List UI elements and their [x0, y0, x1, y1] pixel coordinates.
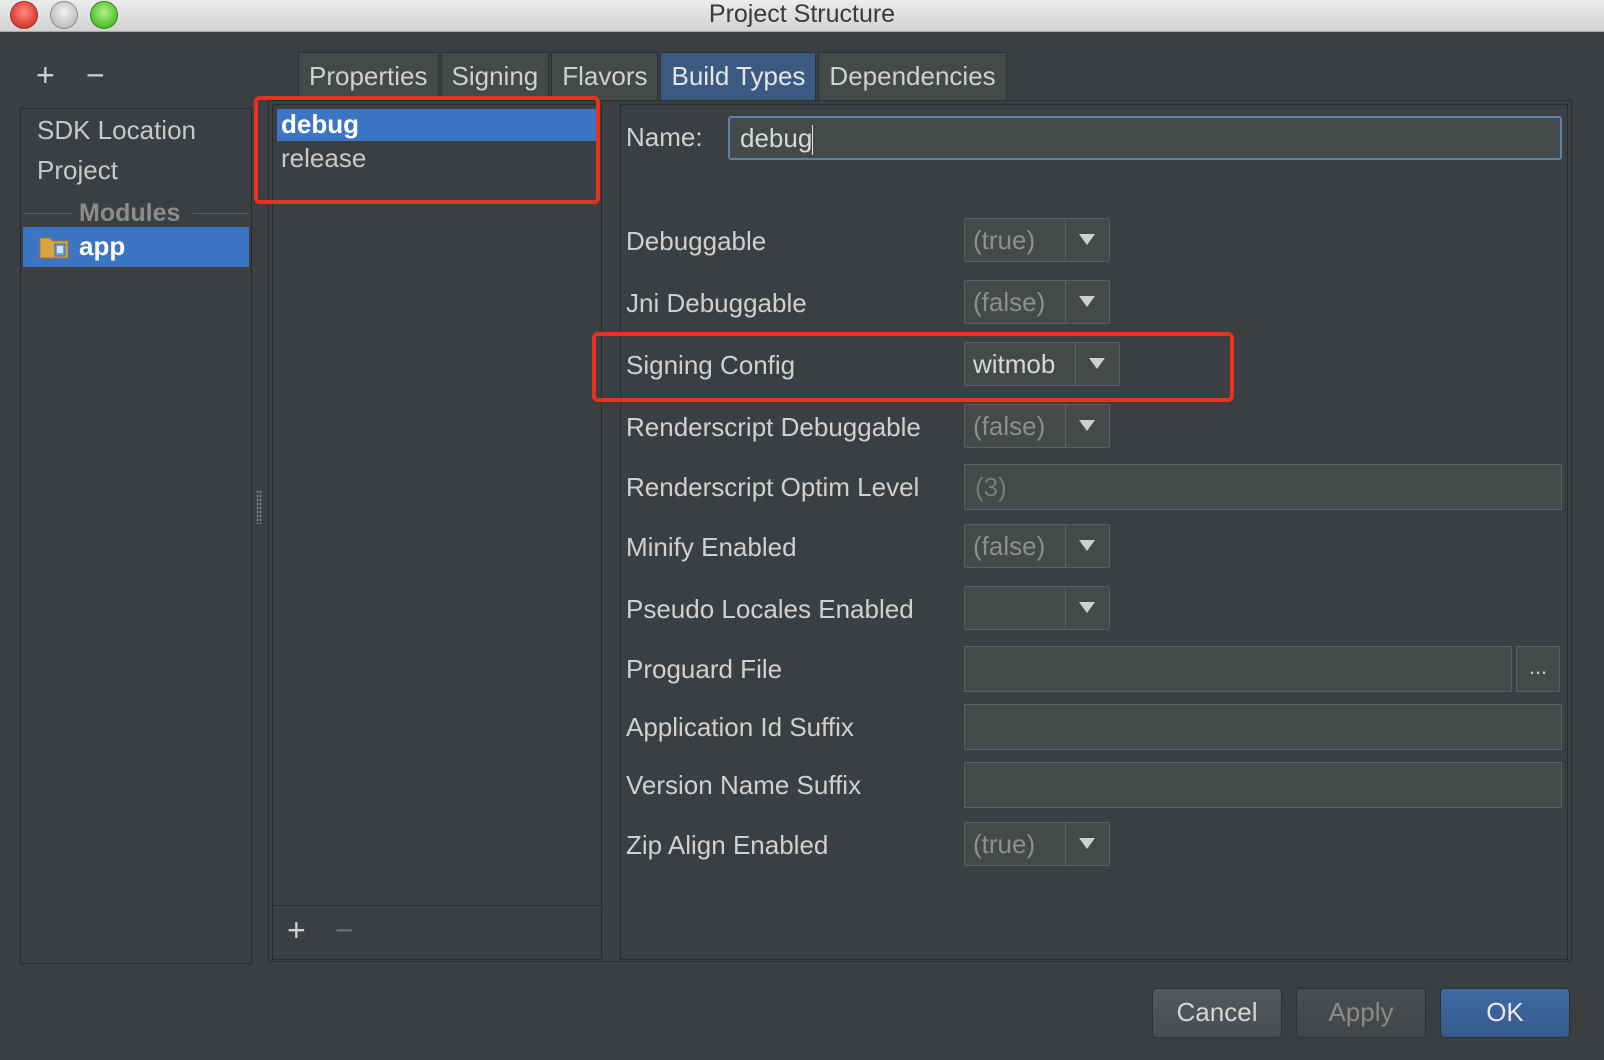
remove-module-button[interactable]: − — [86, 59, 105, 91]
dropdown-value: (true) — [973, 829, 1036, 859]
jni-debuggable-label: Jni Debuggable — [626, 288, 807, 318]
chevron-down-icon — [1079, 420, 1095, 431]
sidebar-item-label: app — [79, 231, 126, 261]
application-id-suffix-input[interactable] — [964, 704, 1562, 750]
sidebar-item-sdk-location[interactable]: SDK Location — [37, 115, 196, 146]
minify-enabled-dropdown[interactable]: (false) — [964, 524, 1110, 568]
tab-signing[interactable]: Signing — [440, 52, 550, 100]
dropdown-value: (false) — [973, 411, 1046, 441]
version-name-suffix-label: Version Name Suffix — [626, 770, 862, 800]
debuggable-dropdown[interactable]: (true) — [964, 218, 1110, 262]
name-input[interactable]: debug — [728, 116, 1562, 160]
build-type-item-release[interactable]: release — [277, 143, 597, 175]
chevron-down-icon — [1079, 234, 1095, 245]
dropdown-button[interactable] — [1075, 343, 1119, 385]
renderscript-debuggable-label: Renderscript Debuggable — [626, 412, 921, 442]
build-type-list: debug release + − — [272, 104, 602, 960]
proguard-file-label: Proguard File — [626, 654, 783, 684]
dropdown-button[interactable] — [1065, 587, 1109, 629]
renderscript-optim-level-label: Renderscript Optim Level — [626, 472, 920, 502]
dropdown-value: (false) — [973, 287, 1046, 317]
browse-button[interactable]: ... — [1516, 646, 1560, 692]
dropdown-button[interactable] — [1065, 219, 1109, 261]
add-build-type-button[interactable]: + — [287, 912, 306, 949]
signing-config-label: Signing Config — [626, 350, 796, 380]
application-id-suffix-label: Application Id Suffix — [626, 712, 854, 742]
tab-flavors[interactable]: Flavors — [551, 52, 659, 100]
tab-build-types[interactable]: Build Types — [660, 52, 817, 100]
text-caret — [812, 125, 814, 156]
window-title: Project Structure — [708, 0, 896, 28]
sidebar: SDK Location Project Modules app — [20, 108, 252, 964]
sidebar-item-project[interactable]: Project — [37, 155, 118, 186]
chevron-down-icon — [1079, 838, 1095, 849]
sidebar-item-app[interactable]: app — [23, 227, 249, 267]
zip-align-enabled-label: Zip Align Enabled — [626, 830, 829, 860]
chevron-down-icon — [1079, 540, 1095, 551]
chevron-down-icon — [1079, 296, 1095, 307]
separator-line — [23, 213, 73, 214]
name-value: debug — [740, 123, 813, 153]
remove-build-type-button[interactable]: − — [335, 912, 354, 949]
zip-align-enabled-dropdown[interactable]: (true) — [964, 822, 1110, 866]
dropdown-value: witmob — [973, 349, 1056, 379]
version-name-suffix-input[interactable] — [964, 762, 1562, 808]
cancel-button[interactable]: Cancel — [1152, 988, 1282, 1038]
chevron-down-icon — [1079, 602, 1095, 613]
dropdown-button[interactable] — [1065, 281, 1109, 323]
dropdown-button[interactable] — [1065, 405, 1109, 447]
separator-line — [193, 213, 249, 214]
tab-bar: Properties Signing Flavors Build Types D… — [298, 52, 1009, 100]
dropdown-button[interactable] — [1065, 823, 1109, 865]
dropdown-value: (false) — [973, 531, 1046, 561]
chevron-down-icon — [1089, 358, 1105, 369]
signing-config-dropdown[interactable]: witmob — [964, 342, 1120, 386]
renderscript-optim-level-input[interactable]: (3) — [964, 464, 1562, 510]
list-footer: + − — [273, 905, 601, 959]
tab-properties[interactable]: Properties — [298, 52, 439, 100]
add-module-button[interactable]: + — [36, 59, 55, 91]
module-folder-icon — [39, 237, 69, 259]
ok-button[interactable]: OK — [1440, 988, 1570, 1038]
dropdown-value: (true) — [973, 225, 1036, 255]
minify-enabled-label: Minify Enabled — [626, 532, 797, 562]
debuggable-label: Debuggable — [626, 226, 767, 256]
splitter-handle[interactable] — [256, 490, 262, 524]
renderscript-debuggable-dropdown[interactable]: (false) — [964, 404, 1110, 448]
dropdown-button[interactable] — [1065, 525, 1109, 567]
modules-separator: Modules — [21, 199, 251, 227]
name-label: Name: — [626, 122, 703, 152]
jni-debuggable-dropdown[interactable]: (false) — [964, 280, 1110, 324]
apply-button[interactable]: Apply — [1296, 988, 1426, 1038]
proguard-file-input[interactable] — [964, 646, 1512, 692]
pseudo-locales-enabled-label: Pseudo Locales Enabled — [626, 594, 914, 624]
modules-section-label: Modules — [79, 199, 181, 227]
tab-dependencies[interactable]: Dependencies — [818, 52, 1007, 100]
build-type-item-debug[interactable]: debug — [277, 109, 597, 141]
pseudo-locales-enabled-dropdown[interactable] — [964, 586, 1110, 630]
title-bar: Project Structure — [0, 0, 1604, 32]
